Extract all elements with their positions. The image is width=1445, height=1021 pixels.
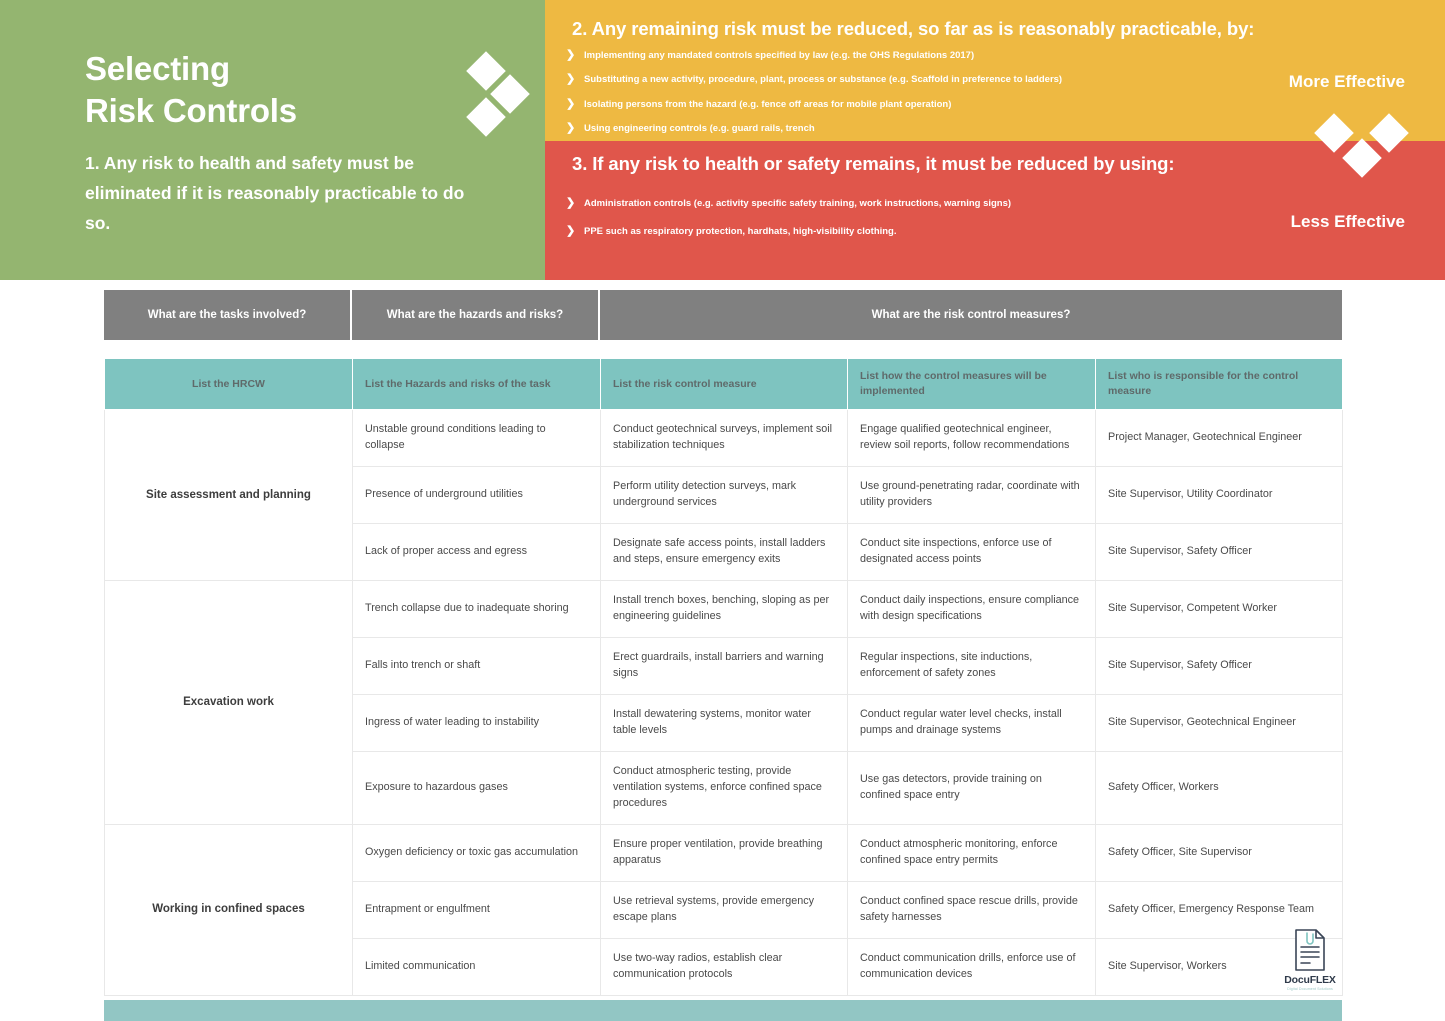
- risk-assessment-table-wrapper: What are the tasks involved? What are th…: [104, 290, 1343, 996]
- hazard-cell: Falls into trench or shaft: [352, 637, 601, 696]
- responsible-cell: Project Manager, Geotechnical Engineer: [1095, 409, 1343, 468]
- risk-assessment-table: List the HRCW List the Hazards and risks…: [104, 357, 1343, 996]
- implementation-cell: Conduct daily inspections, ensure compli…: [847, 580, 1096, 639]
- task-cell: Working in confined spaces: [104, 823, 353, 996]
- table-header-row: List the HRCW List the Hazards and risks…: [104, 357, 1343, 411]
- chevron-right-icon: ❯: [566, 49, 576, 61]
- group-header-hazards: What are the hazards and risks?: [352, 290, 600, 340]
- logo-brand-text: DocuFLEX: [1284, 974, 1336, 986]
- docuflex-logo: DocuFLEX Digital Document Solutions: [1283, 928, 1337, 991]
- column-header-hrcw: List the HRCW: [104, 357, 353, 411]
- diamond-shape-right: [1369, 113, 1409, 153]
- list-item-label: Isolating persons from the hazard (e.g. …: [584, 98, 952, 110]
- list-item: ❯ Administration controls (e.g. activity…: [566, 197, 1266, 209]
- effectiveness-diamond-icon: [1314, 113, 1413, 188]
- table-row: Excavation work Trench collapse due to i…: [104, 580, 1343, 825]
- task-cell: Excavation work: [104, 580, 353, 825]
- page-title-line-2: Risk Controls: [85, 92, 297, 130]
- section-2-bullet-list: ❯ Implementing any mandated controls spe…: [566, 49, 1266, 148]
- task-cell: Site assessment and planning: [104, 409, 353, 582]
- control-cell: Install dewatering systems, monitor wate…: [600, 694, 848, 753]
- page-title: Selecting Risk Controls: [85, 48, 465, 132]
- chevron-right-icon: ❯: [566, 225, 576, 238]
- list-item-label: PPE such as respiratory protection, hard…: [584, 226, 897, 238]
- chevron-right-icon: ❯: [566, 197, 576, 209]
- banner-subtitle: 1. Any risk to health and safety must be…: [85, 153, 465, 234]
- logo-tagline-text: Digital Document Solutions: [1287, 987, 1333, 991]
- responsible-cell: Safety Officer, Workers: [1095, 751, 1343, 825]
- diamond-shape-center: [1342, 138, 1382, 178]
- diamond-cluster-icon: [466, 51, 540, 137]
- responsible-cell: Site Supervisor, Safety Officer: [1095, 637, 1343, 696]
- table-row: Working in confined spaces Oxygen defici…: [104, 823, 1343, 996]
- section-2-heading: 2. Any remaining risk must be reduced, s…: [572, 18, 1255, 39]
- implementation-cell: Conduct atmospheric monitoring, enforce …: [847, 823, 1096, 882]
- control-cell: Ensure proper ventilation, provide breat…: [600, 823, 848, 882]
- implementation-cell: Regular inspections, site inductions, en…: [847, 637, 1096, 696]
- hazard-cell: Limited communication: [352, 937, 601, 996]
- hazard-cell: Exposure to hazardous gases: [352, 751, 601, 825]
- table-row: Site assessment and planning Unstable gr…: [104, 409, 1343, 582]
- responsible-cell: Site Supervisor, Safety Officer: [1095, 523, 1343, 582]
- responsible-cell: Site Supervisor, Competent Worker: [1095, 580, 1343, 639]
- hazard-cell: Unstable ground conditions leading to co…: [352, 409, 601, 468]
- list-item: ❯ Implementing any mandated controls spe…: [566, 49, 1266, 61]
- section-3-bullet-list: ❯ Administration controls (e.g. activity…: [566, 197, 1266, 255]
- control-cell: Perform utility detection surveys, mark …: [600, 466, 848, 525]
- diamond-shape-left: [1314, 113, 1354, 153]
- column-header-implementation: List how the control measures will be im…: [847, 357, 1096, 411]
- less-effective-label: Less Effective: [1290, 212, 1405, 231]
- control-cell: Designate safe access points, install la…: [600, 523, 848, 582]
- group-header-controls: What are the risk control measures?: [871, 309, 1071, 321]
- list-item: ❯ Substituting a new activity, procedure…: [566, 73, 1266, 86]
- list-item-label: Using engineering controls (e.g. guard r…: [584, 123, 815, 135]
- list-item: ❯ PPE such as respiratory protection, ha…: [566, 225, 1266, 238]
- next-section-header-strip: [104, 1000, 1342, 1021]
- document-icon: [1295, 929, 1325, 971]
- control-cell: Erect guardrails, install barriers and w…: [600, 637, 848, 696]
- hazard-cell: Entrapment or engulfment: [352, 880, 601, 939]
- list-item-label: Administration controls (e.g. activity s…: [584, 198, 1012, 209]
- chevron-right-icon: ❯: [566, 73, 576, 86]
- control-cell: Use retrieval systems, provide emergency…: [600, 880, 848, 939]
- list-item-label: Implementing any mandated controls speci…: [584, 50, 975, 61]
- column-header-hazards: List the Hazards and risks of the task: [352, 357, 601, 411]
- list-item-label: Substituting a new activity, procedure, …: [584, 74, 1063, 86]
- control-cell: Install trench boxes, benching, sloping …: [600, 580, 848, 639]
- group-header-tasks: What are the tasks involved?: [104, 290, 352, 340]
- implementation-cell: Conduct communication drills, enforce us…: [847, 937, 1096, 996]
- control-cell: Conduct atmospheric testing, provide ven…: [600, 751, 848, 825]
- table-group-header-row: What are the tasks involved? What are th…: [104, 290, 1342, 340]
- hazard-cell: Ingress of water leading to instability: [352, 694, 601, 753]
- page-title-line-1: Selecting: [85, 50, 230, 87]
- chevron-right-icon: ❯: [566, 97, 576, 110]
- responsible-cell: Site Supervisor, Geotechnical Engineer: [1095, 694, 1343, 753]
- hazard-cell: Lack of proper access and egress: [352, 523, 601, 582]
- hazard-cell: Oxygen deficiency or toxic gas accumulat…: [352, 823, 601, 882]
- responsible-cell: Site Supervisor, Utility Coordinator: [1095, 466, 1343, 525]
- section-3-heading: 3. If any risk to health or safety remai…: [572, 153, 1175, 174]
- implementation-cell: Engage qualified geotechnical engineer, …: [847, 409, 1096, 468]
- hazard-cell: Trench collapse due to inadequate shorin…: [352, 580, 601, 639]
- implementation-cell: Conduct confined space rescue drills, pr…: [847, 880, 1096, 939]
- responsible-cell: Safety Officer, Site Supervisor: [1095, 823, 1343, 882]
- control-cell: Conduct geotechnical surveys, implement …: [600, 409, 848, 468]
- risk-controls-banner: Selecting Risk Controls 1. Any risk to h…: [0, 0, 1445, 280]
- control-cell: Use two-way radios, establish clear comm…: [600, 937, 848, 996]
- implementation-cell: Conduct regular water level checks, inst…: [847, 694, 1096, 753]
- list-item: ❯ Isolating persons from the hazard (e.g…: [566, 97, 1266, 110]
- implementation-cell: Use ground-penetrating radar, coordinate…: [847, 466, 1096, 525]
- implementation-cell: Use gas detectors, provide training on c…: [847, 751, 1096, 825]
- implementation-cell: Conduct site inspections, enforce use of…: [847, 523, 1096, 582]
- column-header-responsible: List who is responsible for the control …: [1095, 357, 1343, 411]
- document-page: Selecting Risk Controls 1. Any risk to h…: [0, 0, 1445, 1021]
- chevron-right-icon: ❯: [566, 122, 576, 135]
- list-item: ❯ Using engineering controls (e.g. guard…: [566, 122, 1266, 135]
- hazard-cell: Presence of underground utilities: [352, 466, 601, 525]
- column-header-control-measure: List the risk control measure: [600, 357, 848, 411]
- more-effective-label: More Effective: [1288, 72, 1405, 91]
